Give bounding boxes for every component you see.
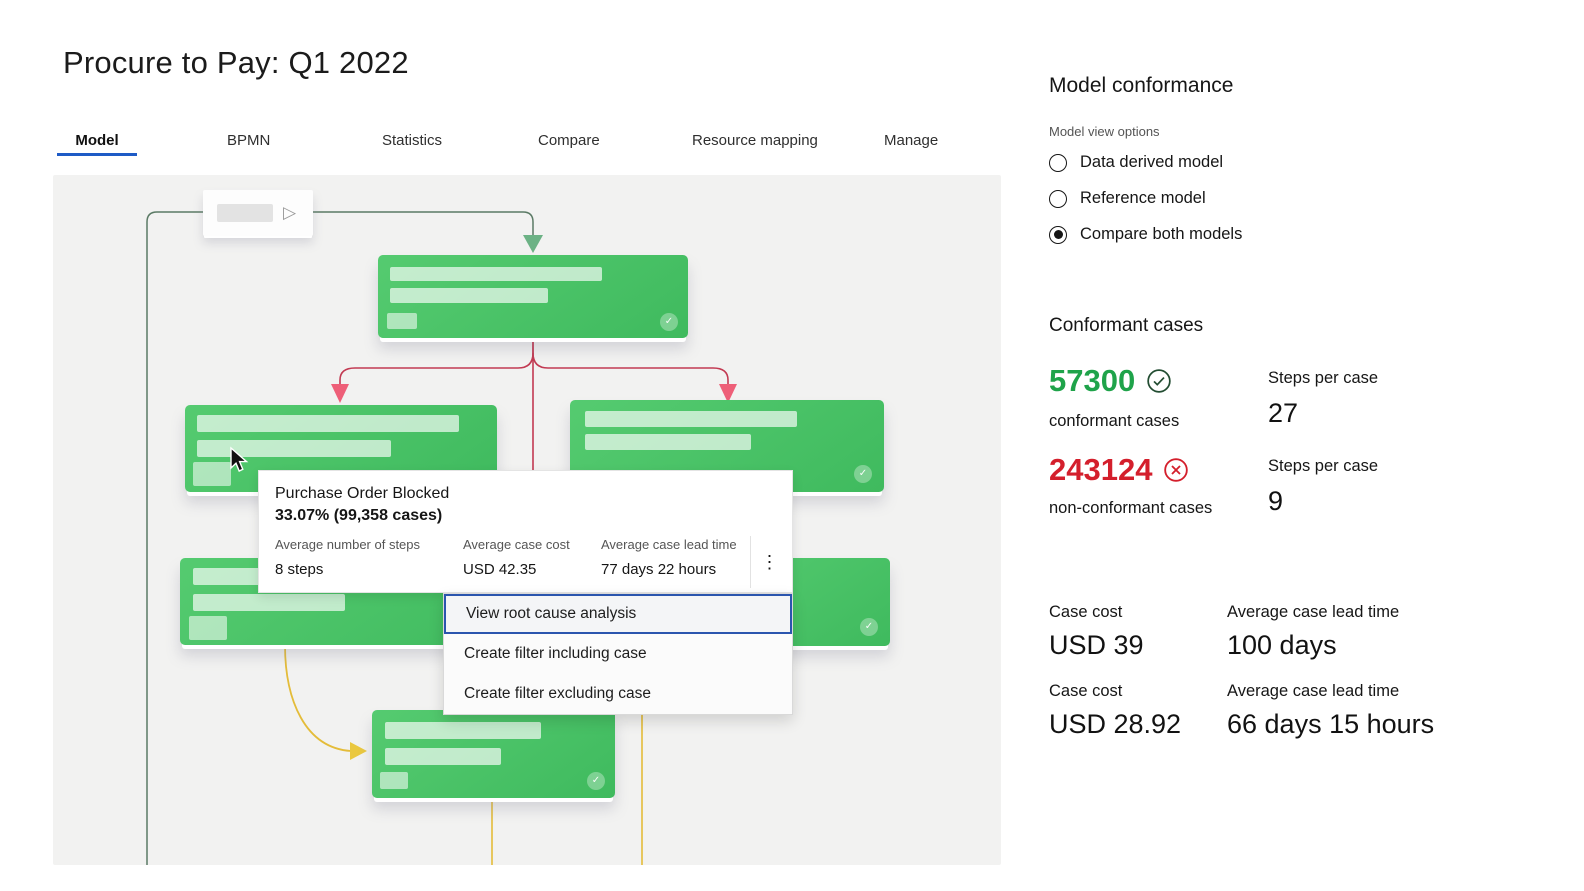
case-cost-label-2: Case cost xyxy=(1049,682,1122,701)
shield-check-icon: ✓ xyxy=(587,772,605,790)
steps-per-case-label-2: Steps per case xyxy=(1268,457,1378,476)
radio-data-derived-model[interactable]: Data derived model xyxy=(1049,153,1223,172)
node-label-placeholder xyxy=(390,288,548,303)
node-label-placeholder xyxy=(217,204,273,222)
radio-reference-model[interactable]: Reference model xyxy=(1049,189,1206,208)
nonconformant-count: 243124 xyxy=(1049,452,1152,488)
node-label-placeholder xyxy=(585,434,751,450)
tooltip-stat: 33.07% (99,358 cases) xyxy=(275,507,774,525)
radio-icon xyxy=(1049,190,1067,208)
menu-item-filter-including[interactable]: Create filter including case xyxy=(444,634,792,674)
lead-time-label-1: Average case lead time xyxy=(1227,603,1399,622)
menu-item-filter-excluding[interactable]: Create filter excluding case xyxy=(444,674,792,714)
tooltip-title: Purchase Order Blocked xyxy=(275,485,774,503)
node-label-placeholder xyxy=(385,722,541,739)
metric-steps: Average number of steps 8 steps xyxy=(275,537,463,578)
menu-item-root-cause[interactable]: View root cause analysis xyxy=(444,594,792,634)
check-circle-icon xyxy=(1146,368,1172,394)
process-model-canvas[interactable]: ▷ ✓ ✓ ✓ ✓ Purchase Order Blocked 33. xyxy=(53,175,1001,865)
arrowhead-yellow xyxy=(350,742,367,760)
case-cost-value-1: USD 39 xyxy=(1049,630,1144,661)
steps-per-case-value-1: 27 xyxy=(1268,398,1298,429)
steps-per-case-label-1: Steps per case xyxy=(1268,369,1378,388)
sidebar-heading: Model conformance xyxy=(1049,74,1233,98)
tab-manage[interactable]: Manage xyxy=(884,125,938,156)
arrowhead-green xyxy=(523,235,543,253)
shield-check-icon: ✓ xyxy=(860,618,878,636)
node-label-placeholder xyxy=(193,594,345,611)
node-stat-chip xyxy=(387,313,417,329)
mouse-cursor xyxy=(225,446,251,474)
page-title: Procure to Pay: Q1 2022 xyxy=(63,45,409,81)
overflow-menu-icon[interactable]: ⋮ xyxy=(750,536,788,588)
shield-check-icon: ✓ xyxy=(854,465,872,483)
tab-statistics[interactable]: Statistics xyxy=(382,125,442,156)
steps-per-case-value-2: 9 xyxy=(1268,486,1283,517)
tab-resource-mapping[interactable]: Resource mapping xyxy=(692,125,818,156)
activity-node-bottom[interactable]: ✓ xyxy=(372,710,615,798)
view-options-label: Model view options xyxy=(1049,124,1160,139)
tab-compare[interactable]: Compare xyxy=(538,125,600,156)
lead-time-value-1: 100 days xyxy=(1227,630,1337,661)
app-window: { "page": { "title": "Procure to Pay: Q1… xyxy=(0,0,1584,891)
tooltip-metrics: Average number of steps 8 steps Average … xyxy=(275,537,774,578)
conformant-count: 57300 xyxy=(1049,363,1135,399)
tab-bpmn[interactable]: BPMN xyxy=(227,125,270,156)
conformance-sidebar: Model conformance Model view options Dat… xyxy=(1049,0,1571,891)
lead-time-label-2: Average case lead time xyxy=(1227,682,1399,701)
conformant-label: conformant cases xyxy=(1049,406,1179,437)
node-label-placeholder xyxy=(390,267,602,281)
tab-model[interactable]: Model xyxy=(57,125,137,156)
node-stat-chip xyxy=(380,772,408,789)
node-label-placeholder xyxy=(197,415,459,432)
radio-selected-icon xyxy=(1049,226,1067,244)
start-node[interactable]: ▷ xyxy=(203,190,313,236)
context-menu: View root cause analysis Create filter i… xyxy=(443,593,793,715)
nonconformant-label: non-conformant cases xyxy=(1049,493,1219,524)
play-icon: ▷ xyxy=(283,203,296,223)
activity-node-top[interactable]: ✓ xyxy=(378,255,688,338)
conformant-value-row: 57300 xyxy=(1049,363,1172,399)
node-label-placeholder xyxy=(585,411,797,427)
x-circle-icon xyxy=(1163,457,1189,483)
node-label-placeholder xyxy=(385,748,501,765)
node-stat-chip xyxy=(189,616,227,640)
conformant-cases-heading: Conformant cases xyxy=(1049,315,1203,337)
case-cost-label-1: Case cost xyxy=(1049,603,1122,622)
arrowhead-red-left xyxy=(331,384,349,403)
nonconformant-value-row: 243124 xyxy=(1049,452,1189,488)
lead-time-value-2: 66 days 15 hours xyxy=(1227,709,1434,740)
metric-lead-time: Average case lead time 77 days 22 hours xyxy=(601,537,759,578)
node-tooltip: Purchase Order Blocked 33.07% (99,358 ca… xyxy=(258,470,793,593)
radio-compare-both-models[interactable]: Compare both models xyxy=(1049,225,1242,244)
metric-cost: Average case cost USD 42.35 xyxy=(463,537,601,578)
shield-check-icon: ✓ xyxy=(660,313,678,331)
case-cost-value-2: USD 28.92 xyxy=(1049,709,1181,740)
radio-icon xyxy=(1049,154,1067,172)
